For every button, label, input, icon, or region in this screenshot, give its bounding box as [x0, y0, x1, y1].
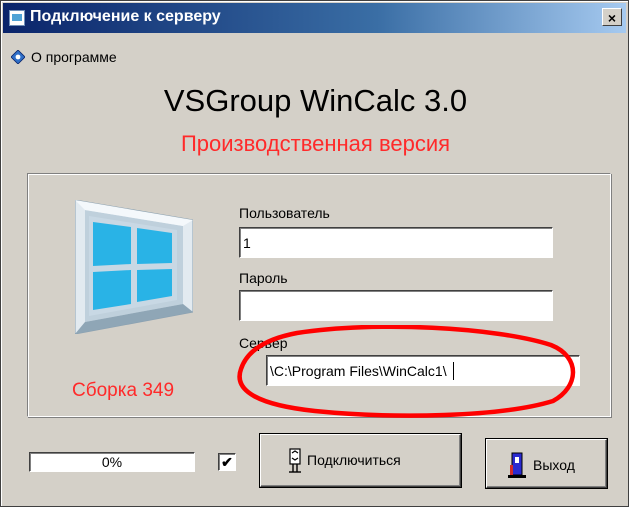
close-button[interactable]: × — [602, 8, 622, 26]
password-label: Пароль — [239, 270, 288, 286]
server-label: Сервер — [239, 335, 288, 351]
app-window-icon — [9, 10, 25, 26]
connect-label: Подключиться — [307, 452, 401, 468]
user-field[interactable]: 1 — [239, 227, 553, 258]
exit-door-icon — [508, 452, 526, 478]
progress-bar: 0% — [29, 452, 195, 472]
window-illustration-icon — [75, 200, 193, 334]
connect-button[interactable]: Подключиться — [260, 434, 461, 487]
connect-plug-icon — [289, 448, 301, 473]
app-title: VSGroup WinCalc 3.0 — [163, 83, 468, 118]
build-label: Сборка 349 — [72, 380, 175, 401]
server-field[interactable]: \C:\Program Files\WinCalc1\ — [266, 355, 580, 386]
edition-label: Производственная версия — [180, 131, 451, 156]
title-bar[interactable]: Подключение к серверу × — [3, 3, 626, 33]
text-caret — [452, 362, 454, 380]
exit-button[interactable]: Выход — [486, 439, 607, 488]
user-label: Пользователь — [239, 205, 330, 221]
login-dialog: Подключение к серверу × О программе VSGr… — [0, 0, 629, 507]
server-value: \C:\Program Files\WinCalc1\ — [270, 363, 447, 379]
option-checkbox[interactable]: ✔ — [218, 453, 236, 471]
about-label: О программе — [31, 49, 117, 65]
about-menu-item[interactable]: О программе — [11, 49, 117, 69]
window-title: Подключение к серверу — [30, 8, 221, 25]
progress-text: 0% — [101, 454, 123, 470]
password-field[interactable] — [239, 290, 553, 321]
exit-label: Выход — [533, 457, 575, 473]
info-diamond-icon — [11, 50, 25, 64]
